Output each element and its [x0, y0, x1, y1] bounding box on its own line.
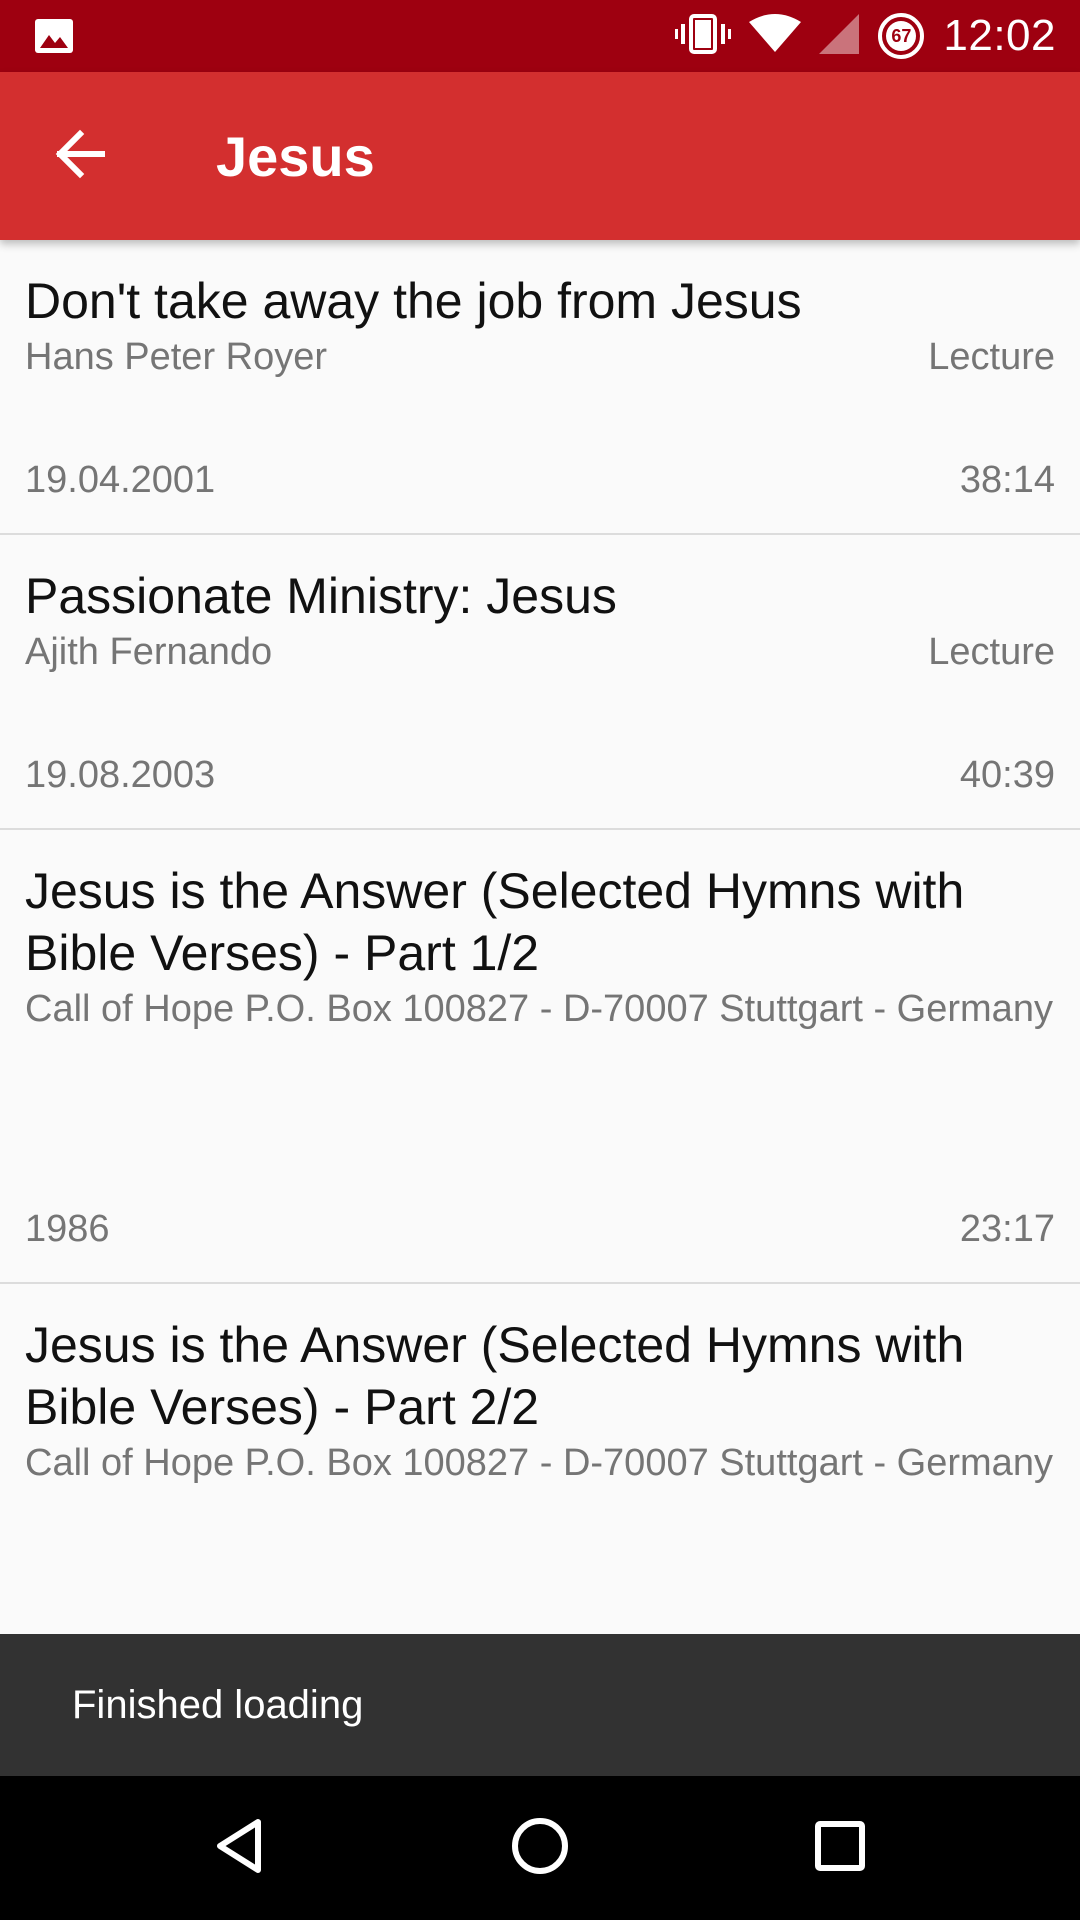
nav-back-button[interactable] — [200, 1808, 280, 1888]
nav-recents-button[interactable] — [800, 1808, 880, 1888]
image-icon — [34, 16, 74, 56]
list-item[interactable]: Don't take away the job from Jesus Hans … — [0, 240, 1080, 535]
snackbar-text: Finished loading — [72, 1682, 364, 1727]
item-date: 19.04.2001 — [25, 459, 216, 501]
vibrate-icon — [675, 12, 732, 61]
page-title: Jesus — [216, 124, 375, 188]
list-item[interactable]: Passionate Ministry: Jesus Ajith Fernand… — [0, 535, 1080, 830]
app-bar: Jesus — [0, 72, 1080, 240]
snackbar: Finished loading — [0, 1634, 1080, 1776]
item-type: Lecture — [928, 631, 1055, 673]
item-date: 1986 — [25, 1208, 110, 1250]
navigation-bar — [0, 1776, 1080, 1920]
item-author: Call of Hope P.O. Box 100827 - D-70007 S… — [25, 988, 1053, 1030]
item-author: Hans Peter Royer — [25, 336, 328, 378]
item-duration: 40:39 — [959, 754, 1055, 796]
list-item[interactable]: Jesus is the Answer (Selected Hymns with… — [0, 830, 1080, 1284]
item-date: 19.08.2003 — [25, 754, 216, 796]
back-button[interactable] — [40, 116, 120, 196]
item-duration: 23:17 — [959, 1208, 1055, 1250]
item-title: Jesus is the Answer (Selected Hymns with… — [25, 1317, 965, 1435]
battery-level: 67 — [891, 26, 912, 46]
lecture-list: Don't take away the job from Jesus Hans … — [0, 240, 1080, 1644]
item-author: Ajith Fernando — [25, 631, 273, 673]
item-author: Call of Hope P.O. Box 100827 - D-70007 S… — [25, 1442, 1053, 1484]
status-time: 12:02 — [943, 11, 1056, 60]
nav-home-button[interactable] — [500, 1808, 580, 1888]
home-circle-icon — [510, 1816, 570, 1881]
item-duration: 38:14 — [959, 459, 1055, 501]
status-bar: 67 12:02 — [0, 0, 1080, 72]
signal-icon — [819, 13, 860, 59]
arrow-back-icon — [52, 126, 108, 187]
item-title: Passionate Ministry: Jesus — [25, 568, 617, 624]
battery-icon: 67 — [877, 12, 925, 60]
list-item[interactable]: Jesus is the Answer (Selected Hymns with… — [0, 1284, 1080, 1644]
recents-square-icon — [810, 1816, 870, 1881]
item-type: Lecture — [928, 336, 1055, 378]
item-title: Don't take away the job from Jesus — [25, 273, 802, 329]
item-title: Jesus is the Answer (Selected Hymns with… — [25, 863, 965, 981]
back-triangle-icon — [210, 1816, 270, 1881]
wifi-icon — [749, 13, 802, 59]
